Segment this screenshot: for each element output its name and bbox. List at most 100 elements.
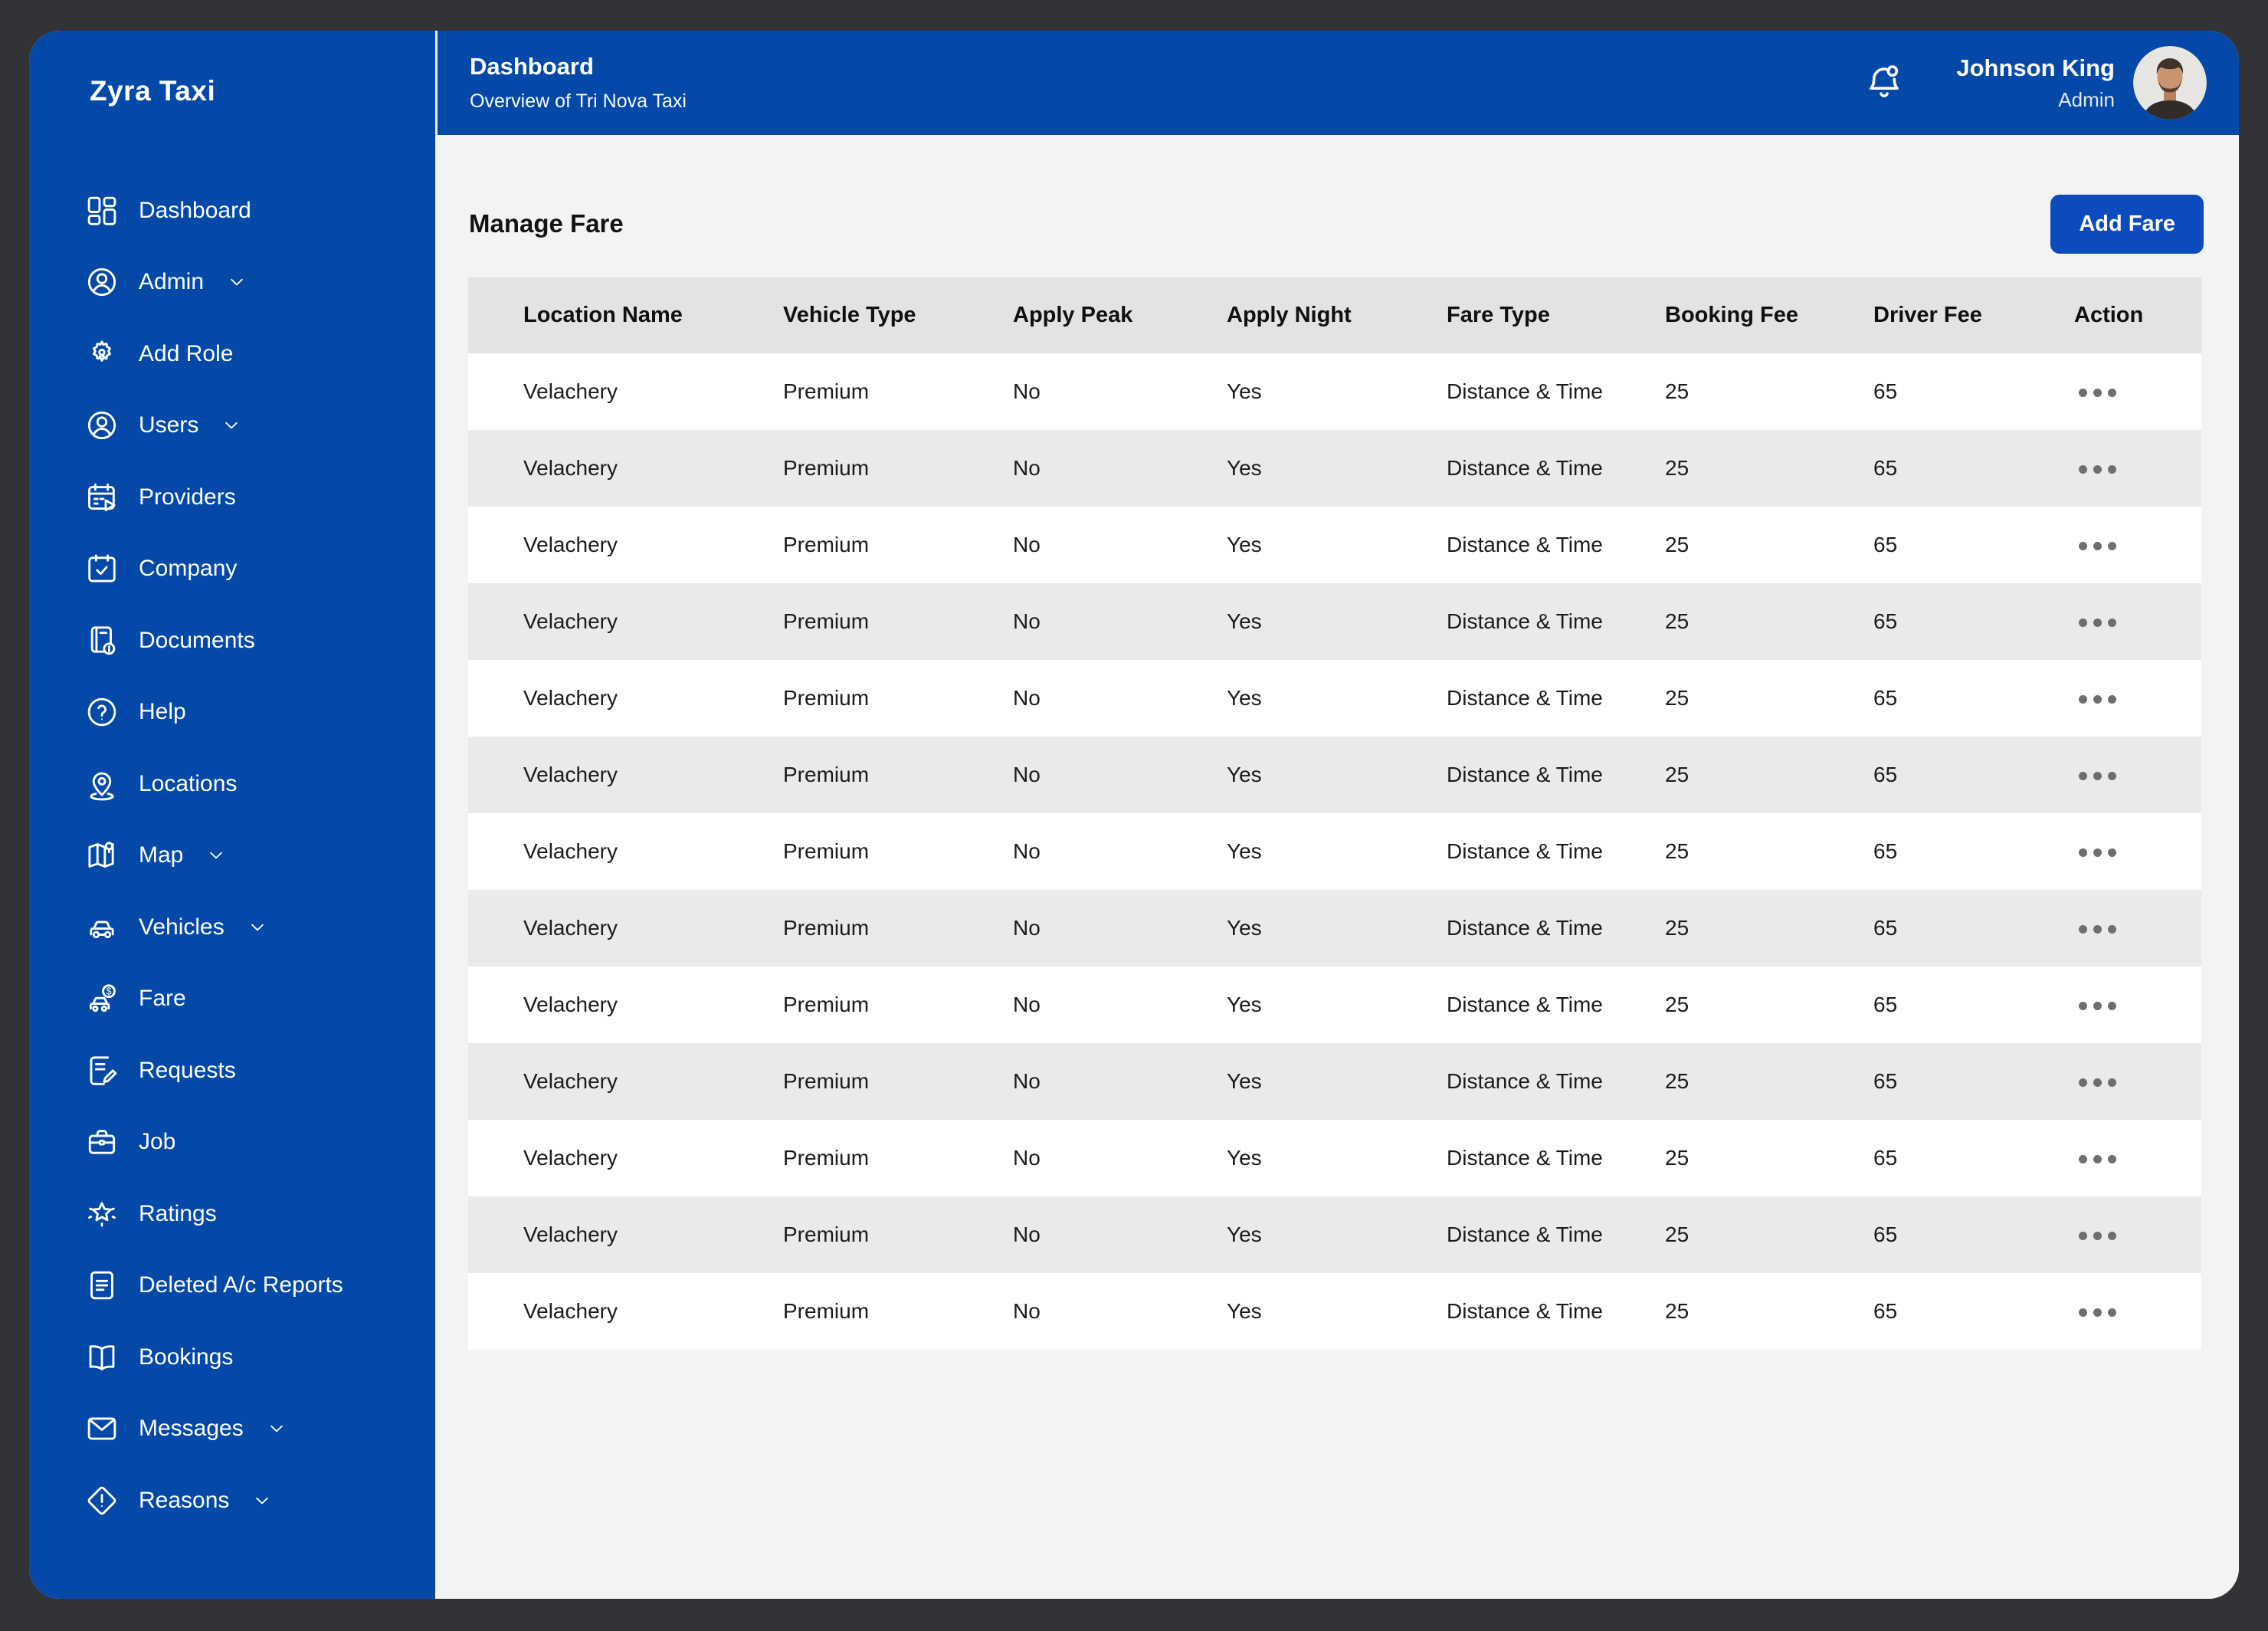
cell-fare-type: Distance & Time	[1447, 609, 1603, 633]
sidebar-item-reasons[interactable]: Reasons	[29, 1465, 435, 1537]
cell-fare-type: Distance & Time	[1447, 1222, 1603, 1246]
page-head: Manage Fare Add Fare	[469, 194, 2204, 254]
cell-action	[2074, 1298, 2201, 1326]
sidebar-item-providers[interactable]: Providers	[29, 461, 435, 533]
cell-driver-fee: 65	[1873, 1069, 1898, 1093]
table-body: Velachery Premium No Yes Distance & Time…	[468, 353, 2201, 1350]
chevron-down-icon	[251, 1489, 274, 1512]
table-row: Velachery Premium No Yes Distance & Time…	[468, 1196, 2201, 1273]
cell-driver-fee: 65	[1873, 456, 1898, 480]
cell-fare-type: Distance & Time	[1447, 686, 1603, 710]
table-row: Velachery Premium No Yes Distance & Time…	[468, 1043, 2201, 1120]
cell-vehicle: Premium	[783, 1146, 870, 1170]
cell-vehicle: Premium	[783, 993, 870, 1016]
sidebar-item-users[interactable]: Users	[29, 390, 435, 462]
cell-booking-fee: 25	[1665, 993, 1690, 1016]
table-row: Velachery Premium No Yes Distance & Time…	[468, 813, 2201, 890]
table-row: Velachery Premium No Yes Distance & Time…	[468, 966, 2201, 1043]
locations-icon	[84, 766, 120, 802]
cell-booking-fee: 25	[1665, 763, 1690, 786]
sidebar-item-bookings[interactable]: Bookings	[29, 1321, 435, 1393]
table-row: Velachery Premium No Yes Distance & Time…	[468, 353, 2201, 430]
cell-booking-fee: 25	[1665, 686, 1690, 710]
deleted-reports-icon	[84, 1268, 120, 1303]
sidebar-item-deleted-ac-reports[interactable]: Deleted A/c Reports	[29, 1250, 435, 1322]
chevron-down-icon	[246, 916, 269, 939]
row-actions-button[interactable]	[2074, 1299, 2121, 1326]
cell-peak: No	[1013, 763, 1041, 786]
sidebar-item-label: Vehicles	[139, 914, 225, 940]
row-actions-button[interactable]	[2074, 1069, 2121, 1096]
fare-icon	[84, 981, 120, 1016]
col-header-night: Apply Night	[1227, 303, 1352, 327]
cell-night: Yes	[1227, 379, 1262, 403]
cell-action	[2074, 991, 2201, 1019]
cell-driver-fee: 65	[1873, 686, 1898, 710]
sidebar-item-map[interactable]: Map	[29, 820, 435, 892]
sidebar-item-label: Documents	[139, 627, 255, 653]
cell-location: Velachery	[523, 1069, 618, 1093]
sidebar-item-label: Add Role	[139, 340, 234, 366]
chevron-down-icon	[225, 271, 248, 294]
sidebar-item-locations[interactable]: Locations	[29, 748, 435, 820]
user-icon	[84, 264, 120, 300]
row-actions-button[interactable]	[2074, 533, 2121, 560]
sidebar-item-label: Dashboard	[139, 197, 251, 223]
row-actions-button[interactable]	[2074, 993, 2121, 1019]
sidebar-item-label: Requests	[139, 1057, 236, 1083]
sidebar-item-add-role[interactable]: Add Role	[29, 318, 435, 390]
header-titles: Dashboard Overview of Tri Nova Taxi	[470, 53, 687, 113]
avatar[interactable]	[2133, 46, 2207, 120]
sidebar-item-fare[interactable]: Fare	[29, 963, 435, 1035]
cell-action	[2074, 914, 2201, 943]
sidebar-item-help[interactable]: Help	[29, 677, 435, 749]
cell-night: Yes	[1227, 916, 1262, 940]
cell-location: Velachery	[523, 609, 618, 633]
sidebar-item-label: Deleted A/c Reports	[139, 1272, 343, 1298]
sidebar-item-label: Help	[139, 699, 186, 725]
sidebar-item-requests[interactable]: Requests	[29, 1035, 435, 1107]
sidebar-item-label: Messages	[139, 1416, 244, 1442]
cell-peak: No	[1013, 533, 1041, 556]
sidebar-item-vehicles[interactable]: Vehicles	[29, 891, 435, 963]
cell-night: Yes	[1227, 1299, 1262, 1323]
sidebar-item-documents[interactable]: Documents	[29, 605, 435, 677]
row-actions-button[interactable]	[2074, 456, 2121, 483]
cell-vehicle: Premium	[783, 456, 870, 480]
fare-table: Location Name Vehicle Type Apply Peak Apply…	[468, 277, 2201, 1350]
sidebar-item-label: Job	[139, 1129, 176, 1155]
sidebar-item-ratings[interactable]: Ratings	[29, 1178, 435, 1250]
table-row: Velachery Premium No Yes Distance & Time…	[468, 583, 2201, 660]
cell-driver-fee: 65	[1873, 1299, 1898, 1323]
sidebar-item-job[interactable]: Job	[29, 1107, 435, 1179]
cell-night: Yes	[1227, 839, 1262, 863]
sidebar-item-messages[interactable]: Messages	[29, 1393, 435, 1465]
cell-booking-fee: 25	[1665, 916, 1690, 940]
sidebar-item-admin[interactable]: Admin	[29, 247, 435, 319]
row-actions-button[interactable]	[2074, 763, 2121, 789]
cell-location: Velachery	[523, 533, 618, 556]
cell-night: Yes	[1227, 1222, 1262, 1246]
row-actions-button[interactable]	[2074, 839, 2121, 866]
cell-peak: No	[1013, 993, 1041, 1016]
cell-driver-fee: 65	[1873, 609, 1898, 633]
cell-booking-fee: 25	[1665, 533, 1690, 556]
row-actions-button[interactable]	[2074, 1146, 2121, 1173]
row-actions-button[interactable]	[2074, 916, 2121, 943]
cell-fare-type: Distance & Time	[1447, 379, 1603, 403]
row-actions-button[interactable]	[2074, 379, 2121, 406]
row-actions-button[interactable]	[2074, 686, 2121, 713]
cell-action	[2074, 1221, 2201, 1249]
sidebar-item-dashboard[interactable]: Dashboard	[29, 175, 435, 247]
sidebar-item-label: Bookings	[139, 1344, 234, 1370]
row-actions-button[interactable]	[2074, 609, 2121, 636]
sidebar-item-company[interactable]: Company	[29, 533, 435, 605]
add-fare-button[interactable]: Add Fare	[2050, 194, 2204, 254]
cell-location: Velachery	[523, 686, 618, 710]
cell-fare-type: Distance & Time	[1447, 456, 1603, 480]
cell-vehicle: Premium	[783, 1299, 870, 1323]
row-actions-button[interactable]	[2074, 1222, 2121, 1249]
cell-fare-type: Distance & Time	[1447, 1299, 1603, 1323]
cell-location: Velachery	[523, 993, 618, 1016]
notification-bell-icon[interactable]	[1863, 62, 1905, 103]
